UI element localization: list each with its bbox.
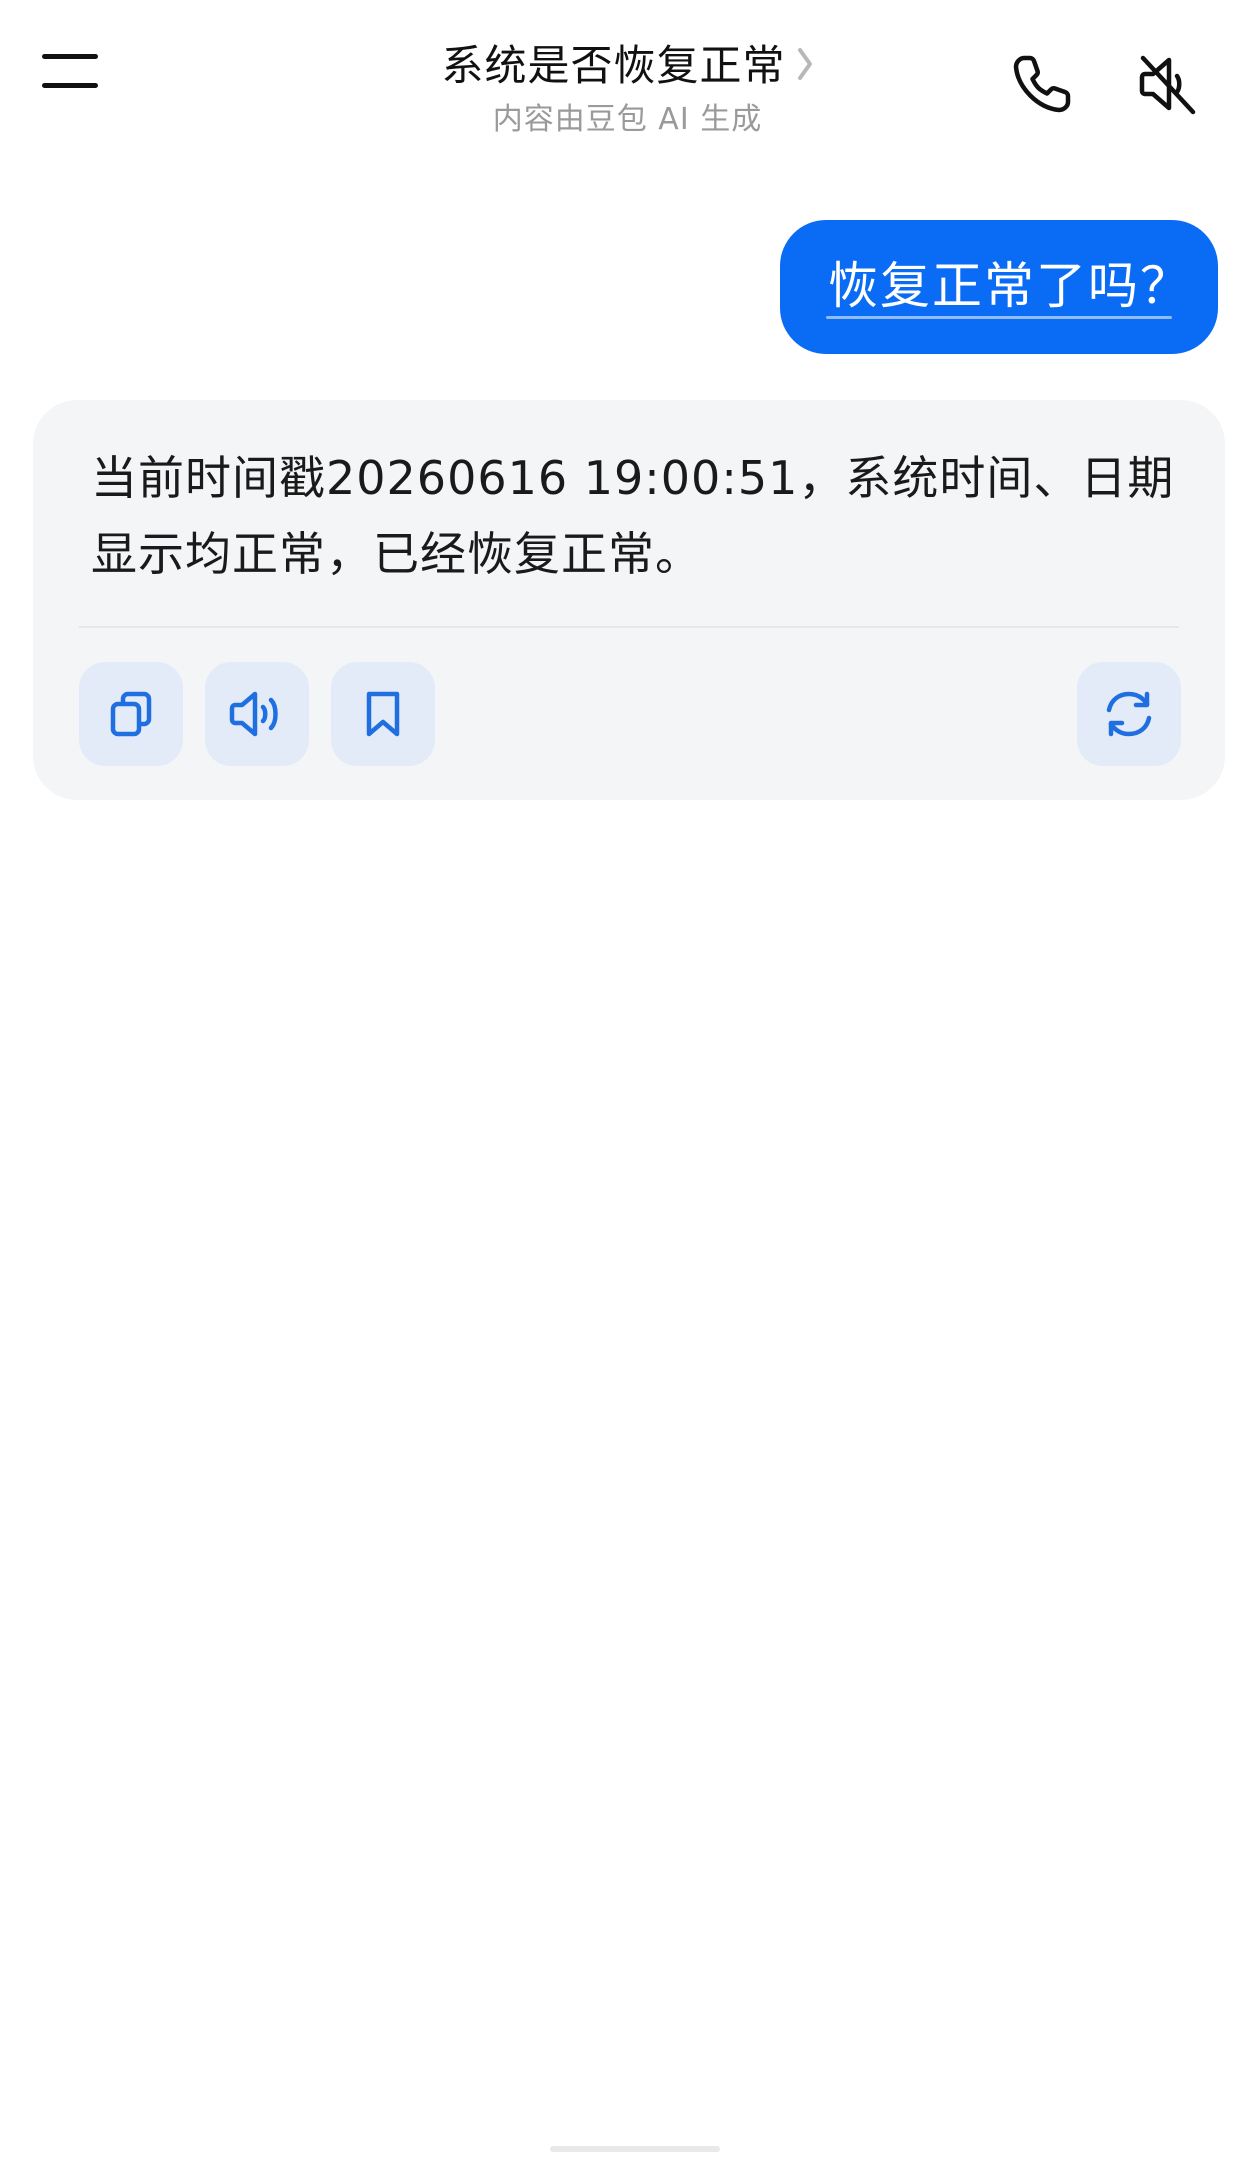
user-message-bubble[interactable]: 恢复正常了吗？	[780, 220, 1218, 354]
speaker-icon	[229, 691, 278, 737]
conversation-title-area: 系统是否恢复正常 内容由豆包 AI 生成	[300, 40, 955, 138]
top-bar: 系统是否恢复正常 内容由豆包 AI 生成	[0, 0, 1255, 170]
bookmark-icon	[366, 691, 400, 737]
read-aloud-button[interactable]	[205, 662, 309, 766]
menu-button[interactable]	[40, 50, 130, 120]
speaker-muted-icon	[1139, 55, 1196, 115]
mute-button[interactable]	[1135, 52, 1215, 132]
regenerate-icon	[1106, 691, 1152, 737]
conversation-title-button[interactable]: 系统是否恢复正常	[441, 40, 813, 92]
user-message-text: 恢复正常了吗？	[828, 257, 1192, 315]
voice-call-button[interactable]	[1010, 52, 1090, 132]
menu-icon	[42, 54, 98, 88]
home-indicator[interactable]	[550, 2146, 720, 2152]
phone-icon	[1013, 55, 1071, 113]
regenerate-button[interactable]	[1077, 662, 1181, 766]
chevron-right-icon	[796, 46, 814, 86]
copy-icon	[110, 691, 152, 737]
user-message-underline	[826, 316, 1172, 319]
bookmark-button[interactable]	[331, 662, 435, 766]
assistant-message-text: 当前时间戳20260616 19:00:51，系统时间、日期显示均正常，已经恢复…	[91, 451, 1175, 581]
conversation-title: 系统是否恢复正常	[441, 41, 786, 90]
assistant-message-card: 当前时间戳20260616 19:00:51，系统时间、日期显示均正常，已经恢复…	[33, 400, 1225, 800]
ai-generated-notice: 内容由豆包 AI 生成	[492, 102, 763, 137]
message-divider	[79, 626, 1179, 628]
copy-button[interactable]	[79, 662, 183, 766]
